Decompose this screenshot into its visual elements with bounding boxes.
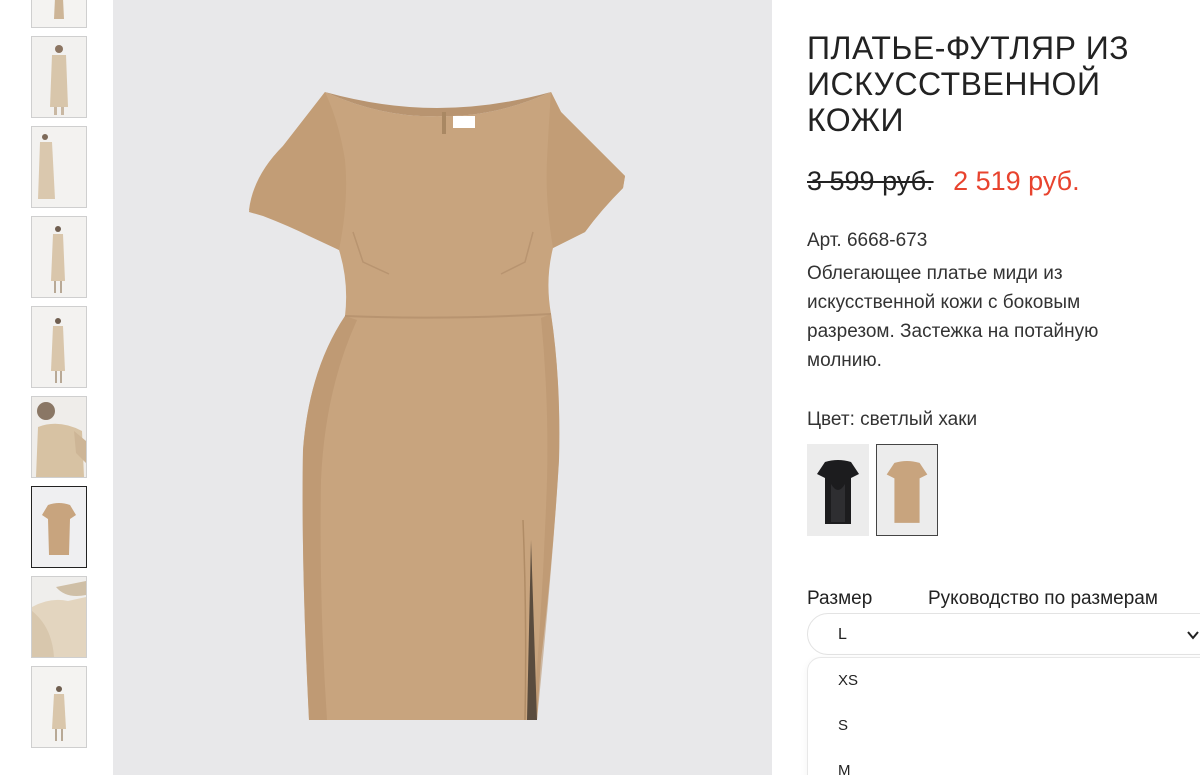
chevron-down-icon (1187, 631, 1199, 640)
product-page: ПЛАТЬЕ-ФУТЛЯР ИЗ ИСКУССТВЕННОЙ КОЖИ 3 59… (0, 0, 1200, 775)
old-price: 3 599 руб. (807, 166, 934, 196)
size-select[interactable]: L (807, 613, 1200, 655)
price-row: 3 599 руб. 2 519 руб. (807, 166, 1080, 197)
product-description: Облегающее платье миди из искусственной … (807, 263, 1099, 371)
dress-illustration (113, 0, 772, 775)
size-option-m[interactable]: M (838, 762, 851, 775)
thumbnail-7[interactable] (31, 486, 87, 568)
thumbnail-4[interactable] (31, 216, 87, 298)
thumbnail-5[interactable] (31, 306, 87, 388)
product-info: ПЛАТЬЕ-ФУТЛЯР ИЗ ИСКУССТВЕННОЙ КОЖИ 3 59… (807, 0, 1200, 775)
size-guide-link[interactable]: Руководство по размерам (928, 588, 1158, 610)
thumbnail-9[interactable] (31, 666, 87, 748)
size-options-list: XS S M (807, 657, 1200, 775)
article-number: Арт. 6668-673 (807, 230, 928, 251)
sale-price: 2 519 руб. (953, 166, 1080, 196)
size-label: Размер (807, 588, 873, 609)
color-swatch-light-khaki[interactable] (876, 444, 938, 536)
thumbnail-3[interactable] (31, 126, 87, 208)
color-swatch-black[interactable] (807, 444, 869, 536)
color-label: Цвет: светлый хаки (807, 409, 978, 430)
size-option-xs[interactable]: XS (838, 672, 858, 689)
main-product-image (113, 0, 772, 775)
thumbnail-2[interactable] (31, 36, 87, 118)
product-title: ПЛАТЬЕ-ФУТЛЯР ИЗ ИСКУССТВЕННОЙ КОЖИ (807, 30, 1130, 138)
thumbnail-6[interactable] (31, 396, 87, 478)
thumbnail-8[interactable] (31, 576, 87, 658)
size-option-s[interactable]: S (838, 717, 848, 734)
thumbnail-1[interactable] (31, 0, 87, 28)
size-select-value: L (838, 626, 847, 643)
